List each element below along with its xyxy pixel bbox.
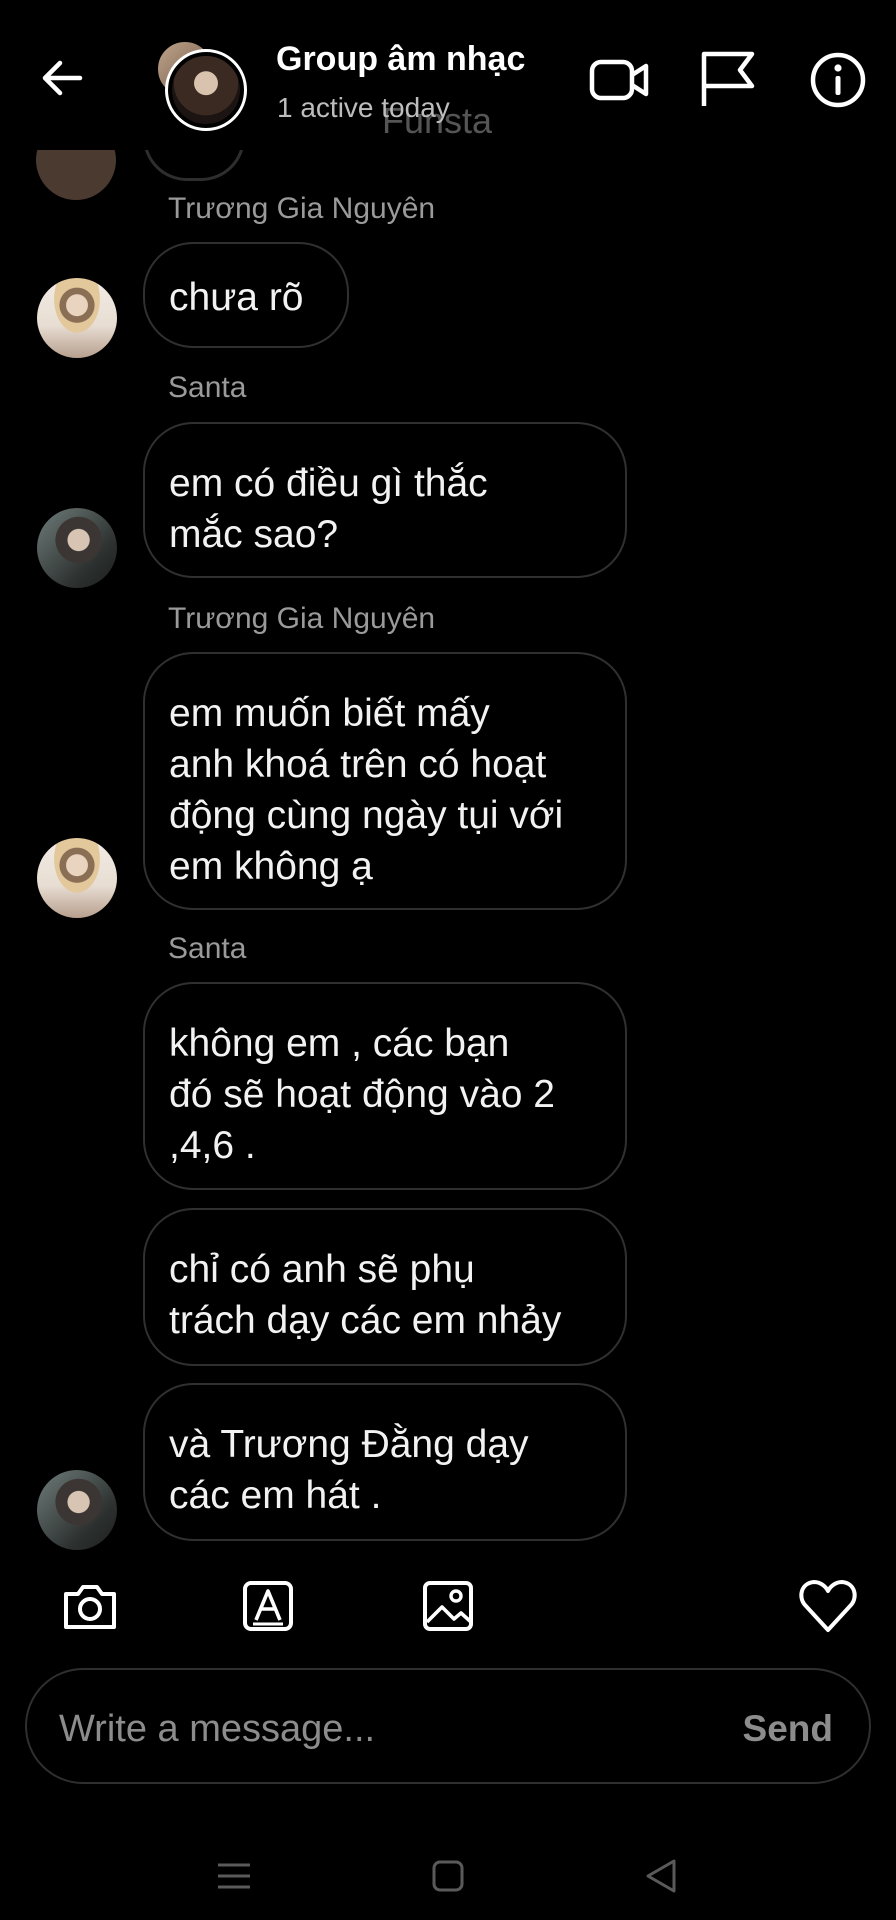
avatar-santa[interactable] xyxy=(37,508,117,588)
back-arrow-icon xyxy=(42,60,83,96)
system-nav-bar xyxy=(0,1830,896,1920)
info-icon xyxy=(810,52,866,108)
message-bubble[interactable]: và Trương Đằng dạy các em hát . xyxy=(143,1383,627,1541)
message-composer: Send xyxy=(25,1668,871,1784)
avatar-truong-gia-nguyen[interactable] xyxy=(37,278,117,358)
video-call-icon xyxy=(589,59,649,101)
video-call-button[interactable] xyxy=(588,48,652,112)
group-avatar-front xyxy=(165,49,247,131)
sender-name: Santa xyxy=(168,932,247,965)
report-button[interactable] xyxy=(696,48,760,112)
chat-title[interactable]: Group âm nhạc xyxy=(276,40,525,79)
sticker-button[interactable] xyxy=(236,1574,300,1638)
message-bubble[interactable]: chưa rõ xyxy=(143,242,349,348)
sticker-icon xyxy=(243,1581,293,1631)
home-button[interactable] xyxy=(418,1846,478,1906)
home-icon xyxy=(432,1860,464,1892)
gallery-icon xyxy=(423,1581,473,1631)
info-button[interactable] xyxy=(806,48,870,112)
active-status: 1 active today xyxy=(277,92,450,123)
heart-icon xyxy=(799,1580,857,1632)
message-list[interactable]: Trương Gia Nguyên chưa rõ Santa em có đi… xyxy=(0,90,896,1550)
back-nav-button[interactable] xyxy=(632,1846,692,1906)
message-bubble[interactable]: em có điều gì thắc mắc sao? xyxy=(143,422,627,578)
menu-icon xyxy=(218,1863,250,1889)
message-input[interactable] xyxy=(57,1698,701,1760)
sender-name: Trương Gia Nguyên xyxy=(168,602,436,635)
message-bubble[interactable]: chỉ có anh sẽ phụ trách dạy các em nhảy xyxy=(143,1208,627,1366)
group-avatar[interactable] xyxy=(156,40,247,131)
message-bubble[interactable]: em muốn biết mấy anh khoá trên có hoạt đ… xyxy=(143,652,627,910)
composer-toolbar xyxy=(0,1574,896,1654)
avatar-santa[interactable] xyxy=(37,1470,117,1550)
send-button[interactable]: Send xyxy=(743,1708,833,1750)
recent-apps-button[interactable] xyxy=(204,1846,264,1906)
chat-header: Funsta Group âm nhạc 1 active today xyxy=(0,0,896,150)
chat-screen: Funsta Group âm nhạc 1 active today Trươ xyxy=(0,0,896,1920)
message-bubble[interactable]: không em , các bạn đó sẽ hoạt động vào 2… xyxy=(143,982,627,1190)
gallery-button[interactable] xyxy=(416,1574,480,1638)
sender-name: Trương Gia Nguyên xyxy=(168,192,436,225)
flag-icon xyxy=(701,51,755,106)
sender-name: Santa xyxy=(168,371,247,404)
like-button[interactable] xyxy=(796,1574,860,1638)
camera-button[interactable] xyxy=(58,1574,122,1638)
back-button[interactable] xyxy=(36,52,88,104)
back-icon xyxy=(646,1859,676,1893)
camera-icon xyxy=(64,1585,116,1629)
avatar-truong-gia-nguyen[interactable] xyxy=(37,838,117,918)
